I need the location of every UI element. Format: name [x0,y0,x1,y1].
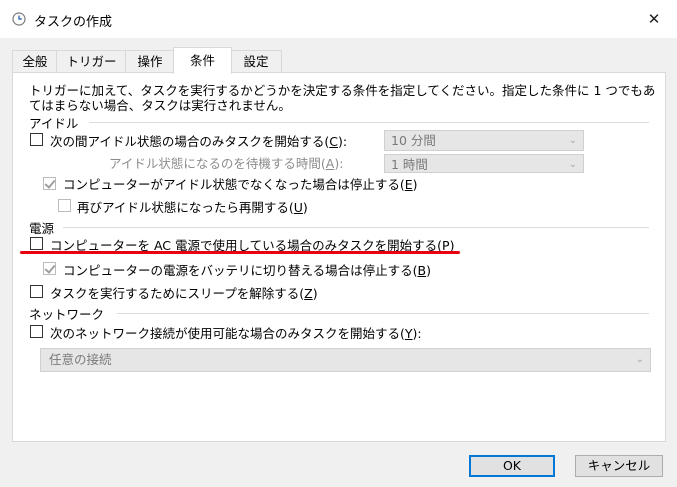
network-only-checkbox[interactable] [30,325,43,338]
stop-on-battery-label: コンピューターの電源をバッテリに切り替える場合は停止する(B) [63,263,431,278]
wake-to-run-label: タスクを実行するためにスリープを解除する(Z) [50,286,318,301]
network-connection-combo[interactable]: 任意の接続 ⌄ [40,348,651,372]
wait-duration-value: 1 時間 [391,157,428,172]
cancel-button[interactable]: キャンセル [575,455,663,477]
start-if-idle-checkbox[interactable] [30,133,43,146]
title-bar: タスクの作成 ✕ [0,0,677,38]
tab-actions-label: 操作 [137,54,163,69]
stop-on-battery-checkbox[interactable] [43,262,56,275]
stop-if-not-idle-label: コンピューターがアイドル状態でなくなった場合は停止する(E) [63,177,418,192]
network-divider [117,313,649,314]
network-section-label: ネットワーク [29,307,105,322]
idle-duration-value: 10 分間 [391,133,436,148]
tab-settings[interactable]: 設定 [230,50,282,73]
ok-button[interactable]: OK [469,455,555,477]
restart-if-idle-checkbox[interactable] [58,199,71,212]
ac-power-only-checkbox[interactable] [30,237,43,250]
tab-conditions-label: 条件 [189,53,215,68]
idle-divider [89,122,649,123]
tab-actions[interactable]: 操作 [125,50,175,73]
network-only-label: 次のネットワーク接続が使用可能な場合のみタスクを開始する(Y): [50,326,422,341]
annotation-underline [20,251,460,254]
close-button[interactable]: ✕ [631,0,677,38]
tab-general-label: 全般 [22,54,48,69]
idle-section-label: アイドル [29,116,79,131]
network-connection-value: 任意の接続 [49,352,112,367]
wake-to-run-checkbox[interactable] [30,285,43,298]
power-divider [63,227,649,228]
tab-triggers-label: トリガー [66,54,117,69]
restart-if-idle-label: 再びアイドル状態になったら再開する(U) [77,200,308,215]
stop-if-not-idle-checkbox[interactable] [43,177,56,190]
conditions-panel: トリガーに加えて、タスクを実行するかどうかを決定する条件を指定してください。指定… [12,72,666,442]
close-icon: ✕ [647,10,661,28]
tab-triggers[interactable]: トリガー [56,50,127,73]
chevron-down-icon: ⌄ [568,159,577,170]
wait-duration-combo[interactable]: 1 時間 ⌄ [384,154,584,173]
chevron-down-icon: ⌄ [635,354,644,365]
tab-general[interactable]: 全般 [12,50,58,73]
conditions-description: トリガーに加えて、タスクを実行するかどうかを決定する条件を指定してください。指定… [29,83,656,113]
chevron-down-icon: ⌄ [568,135,577,146]
wait-duration-label: アイドル状態になるのを待機する時間(A): [109,156,344,171]
tab-conditions[interactable]: 条件 [173,47,232,74]
clock-icon [12,12,26,26]
tab-settings-label: 設定 [243,54,269,69]
window-title: タスクの作成 [34,15,113,30]
start-if-idle-label: 次の間アイドル状態の場合のみタスクを開始する(C): [50,134,348,149]
idle-duration-combo[interactable]: 10 分間 ⌄ [384,130,584,151]
